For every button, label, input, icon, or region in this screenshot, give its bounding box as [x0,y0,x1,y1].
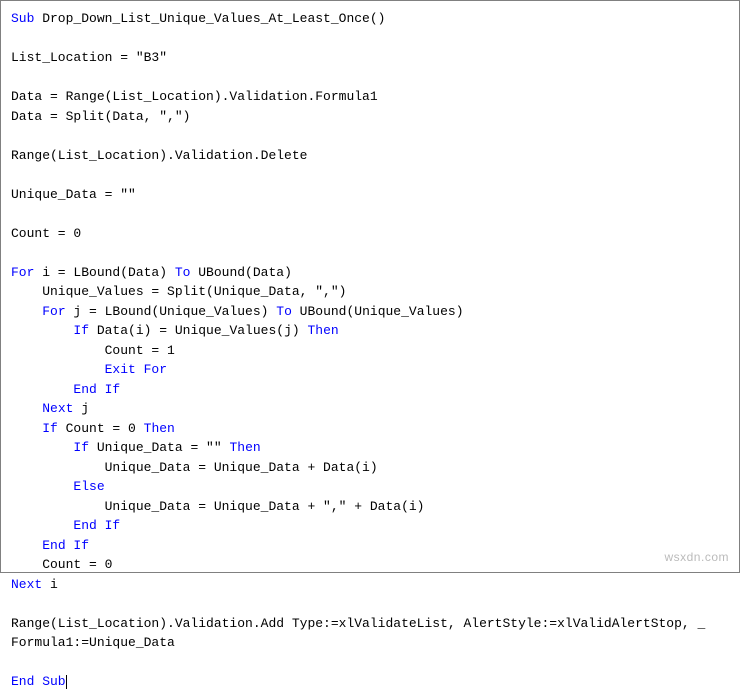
keyword: Then [307,323,338,338]
code-text: Drop_Down_List_Unique_Values_At_Least_On… [34,11,385,26]
keyword: Then [229,440,260,455]
code-text [11,440,73,455]
code-text: j = LBound(Unique_Values) [66,304,277,319]
code-text: i [42,577,58,592]
code-text [11,304,42,319]
code-text: Count = 0 [58,421,144,436]
keyword: If [42,421,58,436]
code-text [11,518,73,533]
keyword: To [276,304,292,319]
keyword: To [175,265,191,280]
watermark: wsxdn.com [664,548,729,566]
code-text: List_Location = "B3" [11,50,167,65]
code-text: UBound(Data) [190,265,291,280]
keyword: Exit For [105,362,167,377]
keyword: End If [73,518,120,533]
keyword: End If [73,382,120,397]
code-text: Count = 0 [11,226,81,241]
code-text: Data = Range(List_Location).Validation.F… [11,89,378,104]
code-text [11,382,73,397]
code-text [11,323,73,338]
keyword: For [42,304,65,319]
keyword: If [73,323,89,338]
code-text [11,401,42,416]
code-text: Unique_Data = Unique_Data + Data(i) [11,460,378,475]
keyword: End Sub [11,674,66,689]
keyword: If [73,440,89,455]
code-text: Unique_Data = "" [11,187,136,202]
code-text: j [73,401,89,416]
code-text [11,421,42,436]
code-text [11,538,42,553]
code-text: Range(List_Location).Validation.Add Type… [11,616,705,631]
code-block: Sub Drop_Down_List_Unique_Values_At_Leas… [11,9,729,692]
code-text [11,479,73,494]
keyword: Then [144,421,175,436]
code-text: Data = Split(Data, ",") [11,109,190,124]
code-text: Count = 0 [11,557,112,572]
code-text: Range(List_Location).Validation.Delete [11,148,307,163]
keyword: Next [42,401,73,416]
keyword: Sub [11,11,34,26]
code-text: Count = 1 [11,343,175,358]
code-text: Unique_Data = Unique_Data + "," + Data(i… [11,499,424,514]
code-text: Data(i) = Unique_Values(j) [89,323,307,338]
keyword: Next [11,577,42,592]
code-text: Formula1:=Unique_Data [11,635,175,650]
code-text: Unique_Values = Split(Unique_Data, ",") [11,284,346,299]
keyword: Else [73,479,104,494]
code-text: UBound(Unique_Values) [292,304,464,319]
code-text: i = LBound(Data) [34,265,174,280]
keyword: For [11,265,34,280]
code-text: Unique_Data = "" [89,440,229,455]
text-cursor [66,675,67,689]
keyword: End If [42,538,89,553]
code-text [11,362,105,377]
